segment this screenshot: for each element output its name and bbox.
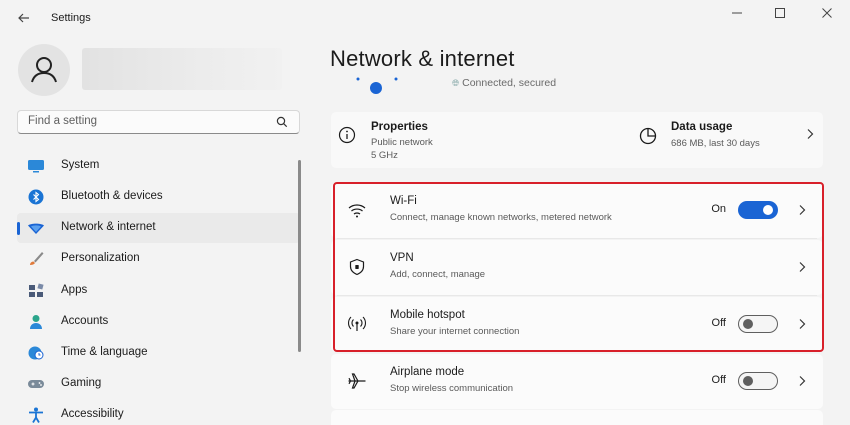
next-settings-card[interactable] xyxy=(331,410,823,425)
toggle-knob xyxy=(743,375,753,386)
search-input[interactable] xyxy=(28,115,268,127)
accessibility-icon xyxy=(29,407,43,423)
toggle-knob xyxy=(743,318,753,329)
brush-icon xyxy=(30,252,44,265)
sidebar-scrollbar[interactable] xyxy=(298,160,301,352)
sidebar-item-label: Time & language xyxy=(61,346,148,358)
chevron-right-icon[interactable] xyxy=(805,128,815,140)
back-button[interactable] xyxy=(12,8,36,28)
sidebar-item-label: Accessibility xyxy=(61,408,124,420)
person-icon xyxy=(31,57,57,83)
row-subtitle: Connect, manage known networks, metered … xyxy=(390,212,612,223)
sidebar-item-time-language[interactable]: Time & language xyxy=(17,338,300,368)
wifi-icon xyxy=(348,204,366,218)
apps-icon xyxy=(29,283,44,297)
mobile-hotspot-row[interactable]: Mobile hotspot Share your internet conne… xyxy=(331,297,823,352)
active-indicator xyxy=(17,222,20,235)
row-subtitle: Stop wireless communication xyxy=(390,383,514,394)
avatar[interactable] xyxy=(18,44,70,96)
accounts-icon xyxy=(30,315,42,329)
mobile-hotspot-toggle[interactable] xyxy=(738,315,778,333)
row-title: Wi-Fi xyxy=(390,195,417,207)
properties-card: Properties Public network 5 GHz Data usa… xyxy=(331,112,823,168)
pie-chart-icon xyxy=(639,127,657,145)
system-icon xyxy=(28,160,44,173)
toggle-state-label: On xyxy=(711,203,726,215)
divider xyxy=(337,238,817,239)
data-usage-value: 686 MB, last 30 days xyxy=(671,138,760,149)
airplane-mode-toggle[interactable] xyxy=(738,372,778,390)
properties-link[interactable]: Properties xyxy=(371,121,428,133)
row-title: Mobile hotspot xyxy=(390,309,465,321)
sidebar-item-gaming[interactable]: Gaming xyxy=(17,369,300,399)
sidebar-item-label: Gaming xyxy=(61,377,102,389)
row-subtitle: Share your internet connection xyxy=(390,326,520,337)
back-arrow-icon xyxy=(18,13,29,23)
bluetooth-icon xyxy=(28,189,44,205)
sidebar-item-label: Apps xyxy=(61,284,88,296)
gamepad-icon xyxy=(28,380,44,388)
page-title: Network & internet xyxy=(330,46,515,71)
chevron-right-icon[interactable] xyxy=(797,261,807,273)
chevron-right-icon[interactable] xyxy=(797,318,807,330)
data-usage-link[interactable]: Data usage xyxy=(671,121,732,133)
network-type: Public network xyxy=(371,137,433,148)
airplane-mode-row[interactable]: Airplane mode Stop wireless communicatio… xyxy=(331,354,823,409)
sidebar-item-label: Bluetooth & devices xyxy=(61,190,163,202)
globe-clock-icon xyxy=(28,346,44,360)
shield-icon xyxy=(349,258,365,276)
minimize-button[interactable] xyxy=(722,4,752,22)
toggle-knob xyxy=(763,205,773,215)
divider xyxy=(337,295,817,296)
sidebar-item-label: Personalization xyxy=(61,252,140,264)
wifi-row[interactable]: Wi-Fi Connect, manage known networks, me… xyxy=(331,183,823,238)
row-subtitle: Add, connect, manage xyxy=(390,269,486,280)
toggle-state-label: Off xyxy=(711,317,726,329)
hotspot-icon xyxy=(347,316,367,331)
toggle-state-label: Off xyxy=(711,374,726,386)
search-box[interactable] xyxy=(17,110,300,134)
row-title: Airplane mode xyxy=(390,366,465,378)
sidebar-item-system[interactable]: System xyxy=(17,151,300,181)
sidebar-item-network[interactable]: Network & internet xyxy=(17,213,300,243)
sidebar-item-personalization[interactable]: Personalization xyxy=(17,244,300,274)
profile-name-redacted xyxy=(82,48,282,90)
network-band: 5 GHz xyxy=(371,150,398,161)
info-icon xyxy=(338,126,356,144)
sidebar-item-label: System xyxy=(61,159,100,171)
sidebar-item-accessibility[interactable]: Accessibility xyxy=(17,400,300,425)
close-button[interactable] xyxy=(812,4,842,22)
sidebar-item-label: Accounts xyxy=(61,315,109,327)
wifi-toggle[interactable] xyxy=(738,201,778,219)
vpn-row[interactable]: VPN Add, connect, manage xyxy=(331,240,823,295)
wifi-diamond-icon xyxy=(28,223,44,234)
network-status-icon xyxy=(356,77,398,94)
airplane-icon xyxy=(348,373,366,389)
sidebar-item-accounts[interactable]: Accounts xyxy=(17,307,300,337)
maximize-icon xyxy=(775,8,785,18)
minimize-icon xyxy=(732,12,742,14)
search-icon[interactable] xyxy=(275,115,289,129)
chevron-right-icon[interactable] xyxy=(797,375,807,387)
maximize-button[interactable] xyxy=(765,4,795,22)
sidebar-item-bluetooth[interactable]: Bluetooth & devices xyxy=(17,182,300,212)
sidebar-item-label: Network & internet xyxy=(61,221,156,233)
sidebar-item-apps[interactable]: Apps xyxy=(17,276,300,306)
row-title: VPN xyxy=(390,252,414,264)
app-title: Settings xyxy=(51,12,91,24)
globe-icon: 🌐︎ xyxy=(452,78,460,88)
chevron-right-icon[interactable] xyxy=(797,204,807,216)
close-icon xyxy=(822,8,832,18)
connection-status: 🌐︎ Connected, secured xyxy=(452,77,557,89)
